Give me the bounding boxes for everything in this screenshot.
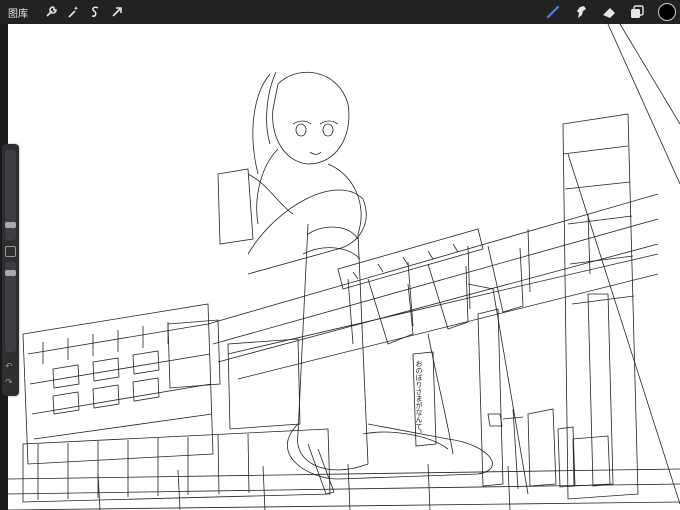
top-toolbar: 图库 [0,0,680,24]
modify-button[interactable] [5,246,16,257]
line-art-illustration [8,24,680,510]
redo-icon[interactable]: ↷ [5,378,13,388]
right-tool-group [542,1,676,23]
brush-size-knob[interactable] [5,222,16,228]
opacity-slider[interactable] [5,262,16,352]
selection-s-icon[interactable] [84,1,106,23]
brush-size-slider[interactable] [5,150,16,240]
layers-icon[interactable] [626,1,648,23]
magic-wand-icon[interactable] [62,1,84,23]
transform-arrow-icon[interactable] [106,1,128,23]
color-picker-button[interactable] [658,3,676,21]
opacity-knob[interactable] [5,270,16,276]
gallery-button[interactable]: 图库 [8,5,28,20]
wrench-icon[interactable] [40,1,62,23]
smudge-icon[interactable] [570,1,592,23]
drawing-canvas[interactable]: おのぼりさまがなんて。 [8,24,680,510]
brush-icon[interactable] [542,1,564,23]
eraser-icon[interactable] [598,1,620,23]
undo-icon[interactable]: ↶ [5,362,13,372]
vertical-sign-text: おのぼりさまがなんて。 [415,360,423,437]
left-sidebar: ↶ ↷ [2,144,19,396]
